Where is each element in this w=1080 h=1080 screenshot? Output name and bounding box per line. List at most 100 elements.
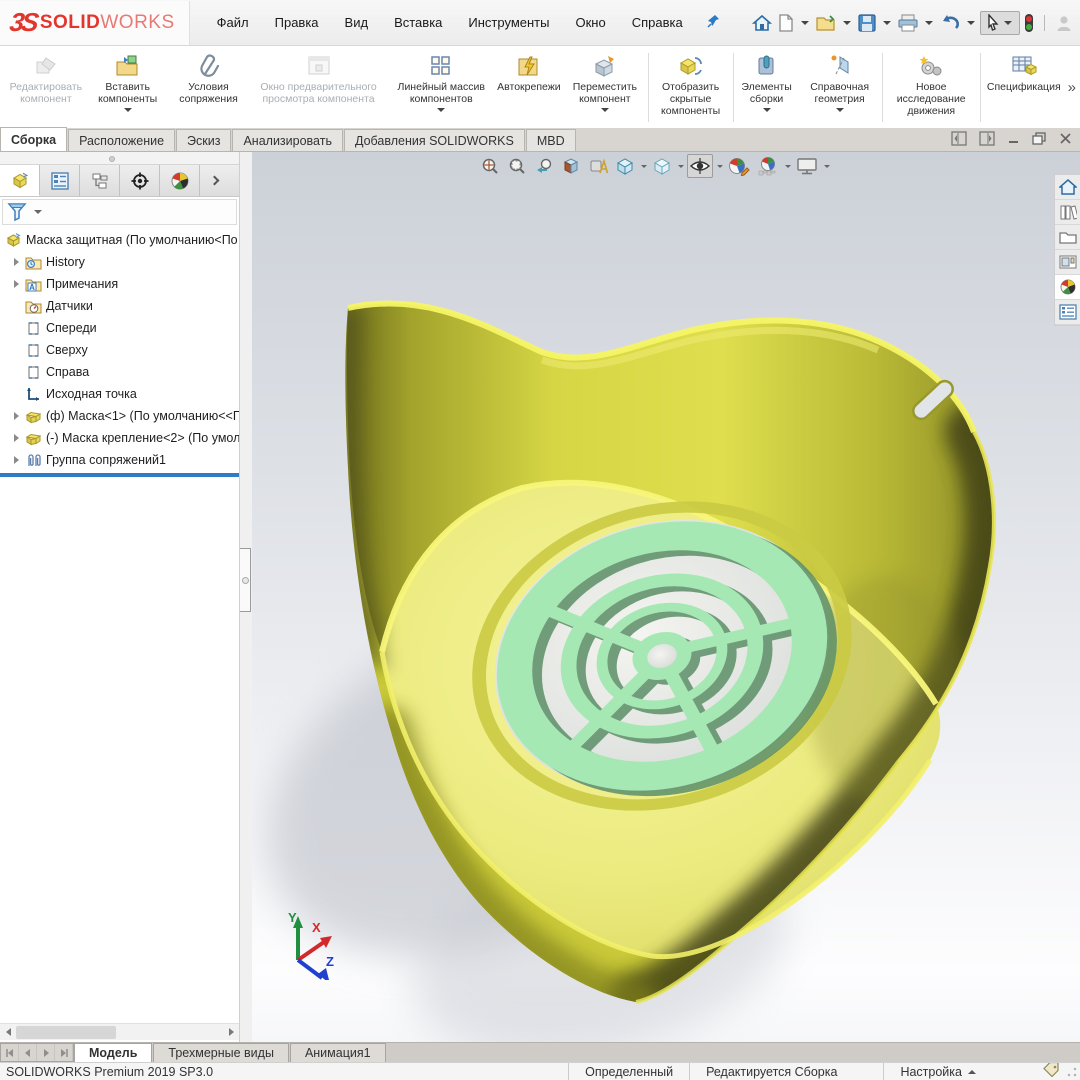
- doc-restore-button[interactable]: [1032, 132, 1047, 148]
- tree-item-front-plane[interactable]: Спереди: [0, 317, 239, 339]
- view-settings-button[interactable]: [794, 154, 820, 178]
- performance-indicator-icon[interactable]: [1022, 10, 1036, 36]
- move-component-dropdown[interactable]: [601, 108, 609, 112]
- undo-dropdown[interactable]: [967, 21, 975, 25]
- scroll-left-arrow[interactable]: [0, 1025, 16, 1040]
- select-tool-dropdown[interactable]: [1004, 21, 1012, 25]
- new-motion-study-button[interactable]: Новое исследование движения: [884, 49, 979, 126]
- apply-scene-button[interactable]: [755, 154, 781, 178]
- tree-item-origin[interactable]: Исходная точка: [0, 383, 239, 405]
- bill-of-materials-button[interactable]: Спецификация: [982, 49, 1066, 126]
- design-library-tab[interactable]: [1055, 200, 1080, 225]
- smart-fasteners-button[interactable]: Автокрепежи: [495, 49, 563, 126]
- tree-root-assembly[interactable]: Маска защитная (По умолчанию<По: [0, 229, 239, 251]
- tab-mbd[interactable]: MBD: [526, 129, 576, 151]
- panel-tabs-overflow-arrow[interactable]: [200, 165, 228, 196]
- expand-arrow-icon[interactable]: [8, 456, 24, 464]
- display-style-dropdown[interactable]: [678, 165, 684, 168]
- linear-component-pattern-button[interactable]: Линейный массив компонентов: [388, 49, 495, 126]
- tag-icon[interactable]: [1042, 1063, 1060, 1080]
- tree-item-top-plane[interactable]: Сверху: [0, 339, 239, 361]
- annotation-views-button[interactable]: [586, 154, 610, 178]
- mate-button[interactable]: Условия сопряжения: [168, 49, 250, 126]
- last-tab-button[interactable]: [55, 1044, 73, 1061]
- panel-splitter[interactable]: [240, 152, 252, 1042]
- menu-view[interactable]: Вид: [332, 9, 382, 36]
- graphics-viewport[interactable]: Y X Z: [252, 152, 1080, 1042]
- insert-components-button[interactable]: Вставить компоненты: [88, 49, 168, 126]
- resize-grip[interactable]: [1066, 1066, 1078, 1078]
- expand-arrow-icon[interactable]: [8, 258, 24, 266]
- view-orientation-dropdown[interactable]: [641, 165, 647, 168]
- section-view-button[interactable]: [559, 154, 583, 178]
- apply-scene-dropdown[interactable]: [785, 165, 791, 168]
- save-dropdown[interactable]: [883, 21, 891, 25]
- tab-model[interactable]: Модель: [74, 1043, 152, 1062]
- component-preview-window-button[interactable]: Окно предварительного просмотра компонен…: [249, 49, 387, 126]
- tree-item-sensors[interactable]: Датчики: [0, 295, 239, 317]
- menu-tools[interactable]: Инструменты: [455, 9, 562, 36]
- move-component-button[interactable]: Переместить компонент: [563, 49, 647, 126]
- zoom-to-fit-button[interactable]: [478, 154, 502, 178]
- tree-item-right-plane[interactable]: Справа: [0, 361, 239, 383]
- tree-filter[interactable]: [2, 199, 237, 225]
- panel-resize-grip[interactable]: [0, 152, 239, 165]
- new-document-dropdown[interactable]: [801, 21, 809, 25]
- first-tab-button[interactable]: [1, 1044, 19, 1061]
- panel-collapse-tab[interactable]: [240, 548, 251, 612]
- tab-configuration-manager[interactable]: [80, 165, 120, 196]
- resources-tab[interactable]: [1055, 175, 1080, 200]
- prev-tab-button[interactable]: [19, 1044, 37, 1061]
- assembly-features-dropdown[interactable]: [763, 108, 771, 112]
- undo-button[interactable]: [938, 11, 962, 35]
- new-document-button[interactable]: [776, 11, 796, 35]
- tree-item-mask-mount-part[interactable]: (-) Маска крепление<2> (По умол: [0, 427, 239, 449]
- expand-arrow-icon[interactable]: [8, 412, 24, 420]
- previous-view-button[interactable]: [532, 154, 556, 178]
- menu-file[interactable]: Файл: [204, 9, 262, 36]
- menu-help[interactable]: Справка: [619, 9, 696, 36]
- customize-status-button[interactable]: Настройка: [883, 1063, 992, 1080]
- reference-geometry-dropdown[interactable]: [836, 108, 844, 112]
- tab-dimxpert-manager[interactable]: [120, 165, 160, 196]
- hide-show-items-dropdown[interactable]: [717, 165, 723, 168]
- show-hidden-components-button[interactable]: Отобразить скрытые компоненты: [650, 49, 732, 126]
- menu-edit[interactable]: Правка: [262, 9, 332, 36]
- tab-3d-views[interactable]: Трехмерные виды: [153, 1043, 289, 1062]
- display-style-button[interactable]: [650, 154, 674, 178]
- pane-left-button[interactable]: [951, 131, 967, 149]
- tab-animation1[interactable]: Анимация1: [290, 1043, 386, 1062]
- view-orientation-button[interactable]: [613, 154, 637, 178]
- menu-insert[interactable]: Вставка: [381, 9, 455, 36]
- view-palette-tab[interactable]: [1055, 250, 1080, 275]
- tab-sketch[interactable]: Эскиз: [176, 129, 231, 151]
- tree-item-mates-group[interactable]: Группа сопряжений1: [0, 449, 239, 471]
- tree-item-mask-part[interactable]: (ф) Маска<1> (По умолчанию<<П: [0, 405, 239, 427]
- scroll-right-arrow[interactable]: [223, 1025, 239, 1040]
- select-tool-button[interactable]: [980, 11, 1020, 35]
- hide-show-items-button[interactable]: [687, 154, 713, 178]
- appearances-scenes-tab[interactable]: [1055, 275, 1080, 300]
- menu-window[interactable]: Окно: [562, 9, 618, 36]
- zoom-to-area-button[interactable]: [505, 154, 529, 178]
- insert-components-dropdown[interactable]: [124, 108, 132, 112]
- home-button[interactable]: [750, 11, 774, 35]
- print-dropdown[interactable]: [925, 21, 933, 25]
- pin-menu-icon[interactable]: [706, 13, 722, 32]
- panel-collapse-dot[interactable]: [109, 156, 115, 162]
- user-login-button[interactable]: [1053, 11, 1075, 35]
- reference-geometry-button[interactable]: Справочная геометрия: [799, 49, 881, 126]
- tab-assembly[interactable]: Сборка: [0, 127, 67, 151]
- file-explorer-tab[interactable]: [1055, 225, 1080, 250]
- assembly-features-button[interactable]: Элементы сборки: [734, 49, 798, 126]
- tab-feature-manager[interactable]: [0, 165, 40, 196]
- ribbon-overflow-chevron[interactable]: »: [1066, 79, 1078, 96]
- edit-appearance-button[interactable]: [726, 154, 752, 178]
- expand-arrow-icon[interactable]: [8, 280, 24, 288]
- tab-property-manager[interactable]: [40, 165, 80, 196]
- expand-arrow-icon[interactable]: [8, 434, 24, 442]
- assembly-3d-model[interactable]: [252, 152, 1080, 1042]
- open-button[interactable]: [814, 11, 838, 35]
- doc-close-button[interactable]: [1059, 132, 1072, 148]
- print-button[interactable]: [896, 11, 920, 35]
